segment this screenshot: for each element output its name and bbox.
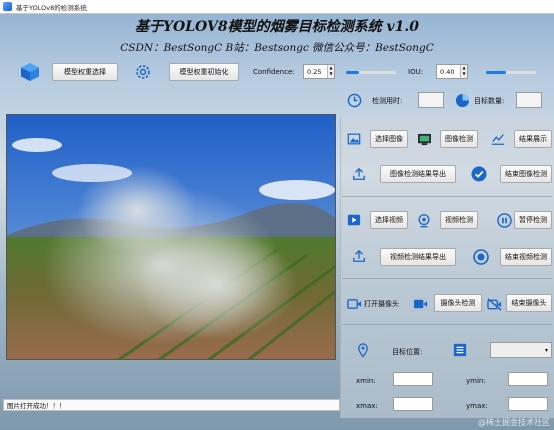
end-video-detect-button[interactable]: 结束视频检测 bbox=[500, 248, 552, 266]
end-camera-button[interactable]: 结束摄像头 bbox=[506, 294, 552, 312]
status-message: 图片打开成功！！！ bbox=[7, 402, 66, 410]
section-divider bbox=[342, 196, 552, 197]
pie-chart-icon bbox=[454, 92, 470, 108]
gear-icon bbox=[134, 63, 152, 81]
watermark-text: @稀土掘金技术社区 bbox=[478, 418, 550, 427]
ymax-field bbox=[508, 397, 548, 411]
camera-off-icon bbox=[486, 296, 502, 312]
app-title: 基于YOLOV8模型的烟雾目标检测系统 v1.0 bbox=[135, 19, 419, 35]
export-video-result-button[interactable]: 视频检测结果导出 bbox=[380, 248, 456, 266]
video-detect-button[interactable]: 视频检测 bbox=[440, 211, 478, 229]
iou-slider-fill bbox=[486, 71, 506, 74]
clock-icon bbox=[346, 92, 362, 108]
target-count-field bbox=[516, 92, 542, 108]
pause-icon bbox=[496, 212, 512, 228]
confidence-slider[interactable] bbox=[346, 71, 396, 74]
target-select-combobox[interactable]: ▾ bbox=[490, 342, 552, 358]
iou-value: 0.40 bbox=[440, 67, 455, 76]
stop-circle-icon bbox=[472, 248, 489, 265]
upload-icon bbox=[351, 248, 367, 264]
smoke-scene-image bbox=[7, 115, 335, 359]
image-detect-button[interactable]: 图像检测 bbox=[440, 130, 478, 148]
image-icon bbox=[346, 131, 362, 147]
xmin-label: xmin: bbox=[356, 377, 376, 385]
upload-icon bbox=[351, 166, 367, 182]
spin-arrows-icon[interactable]: ▲ ▼ bbox=[460, 65, 467, 78]
model-select-button[interactable]: 模型权重选择 bbox=[52, 63, 118, 81]
confidence-spinbox[interactable]: 0.25 ▲ ▼ bbox=[303, 64, 335, 79]
camera-icon bbox=[346, 296, 362, 312]
iou-slider[interactable] bbox=[486, 71, 536, 74]
export-image-result-button[interactable]: 图像检测结果导出 bbox=[380, 165, 456, 183]
window-title: 基于YOLOv8的检测系统 bbox=[16, 3, 87, 12]
video-file-icon bbox=[346, 212, 362, 228]
section-divider bbox=[342, 278, 552, 279]
detect-time-field bbox=[418, 92, 444, 108]
confidence-slider-fill bbox=[346, 71, 359, 74]
confidence-label: Confidence: bbox=[253, 68, 295, 76]
ymin-field bbox=[508, 372, 548, 386]
spin-arrows-icon[interactable]: ▲ ▼ bbox=[327, 65, 334, 78]
pause-detect-button[interactable]: 暂停检测 bbox=[514, 211, 552, 229]
result-show-button[interactable]: 结果展示 bbox=[514, 130, 552, 148]
camera-detect-button[interactable]: 摄像头检测 bbox=[434, 294, 482, 312]
line-chart-icon bbox=[490, 131, 506, 147]
target-position-label: 目标位置: bbox=[392, 348, 423, 356]
xmax-label: xmax: bbox=[356, 402, 378, 410]
detect-time-label: 检测用时: bbox=[372, 97, 403, 105]
video-camera-icon bbox=[412, 296, 428, 312]
window-title-bar: 基于YOLOv8的检测系统 bbox=[0, 0, 554, 14]
end-image-detect-button[interactable]: 结束图像检测 bbox=[500, 165, 552, 183]
app-subtitle: CSDN：BestSongC B站：Bestsongc 微信公众号：BestSo… bbox=[120, 42, 434, 54]
iou-spinbox[interactable]: 0.40 ▲ ▼ bbox=[436, 64, 468, 79]
list-icon bbox=[452, 342, 468, 358]
webcam-icon bbox=[416, 212, 432, 228]
check-circle-icon bbox=[470, 165, 487, 182]
target-count-label: 目标数量: bbox=[474, 97, 505, 105]
section-divider bbox=[342, 324, 552, 325]
iou-label: IOU: bbox=[408, 68, 424, 76]
model-init-button[interactable]: 模型权重初始化 bbox=[169, 63, 239, 81]
location-pin-icon bbox=[356, 342, 370, 358]
select-video-button[interactable]: 选择视频 bbox=[370, 211, 408, 229]
chevron-down-icon: ▾ bbox=[544, 346, 548, 354]
xmax-field bbox=[393, 397, 433, 411]
ymin-label: ymin: bbox=[466, 377, 486, 385]
xmin-field bbox=[393, 372, 433, 386]
image-preview bbox=[6, 114, 336, 360]
cube-icon bbox=[20, 62, 40, 82]
confidence-value: 0.25 bbox=[307, 67, 322, 76]
status-bar: 图片打开成功！！！ bbox=[3, 399, 340, 411]
select-image-button[interactable]: 选择图像 bbox=[370, 130, 408, 148]
ymax-label: ymax: bbox=[466, 402, 488, 410]
open-camera-label[interactable]: 打开摄像头 bbox=[364, 299, 399, 309]
app-icon bbox=[3, 2, 12, 11]
image-detect-icon bbox=[416, 131, 432, 147]
